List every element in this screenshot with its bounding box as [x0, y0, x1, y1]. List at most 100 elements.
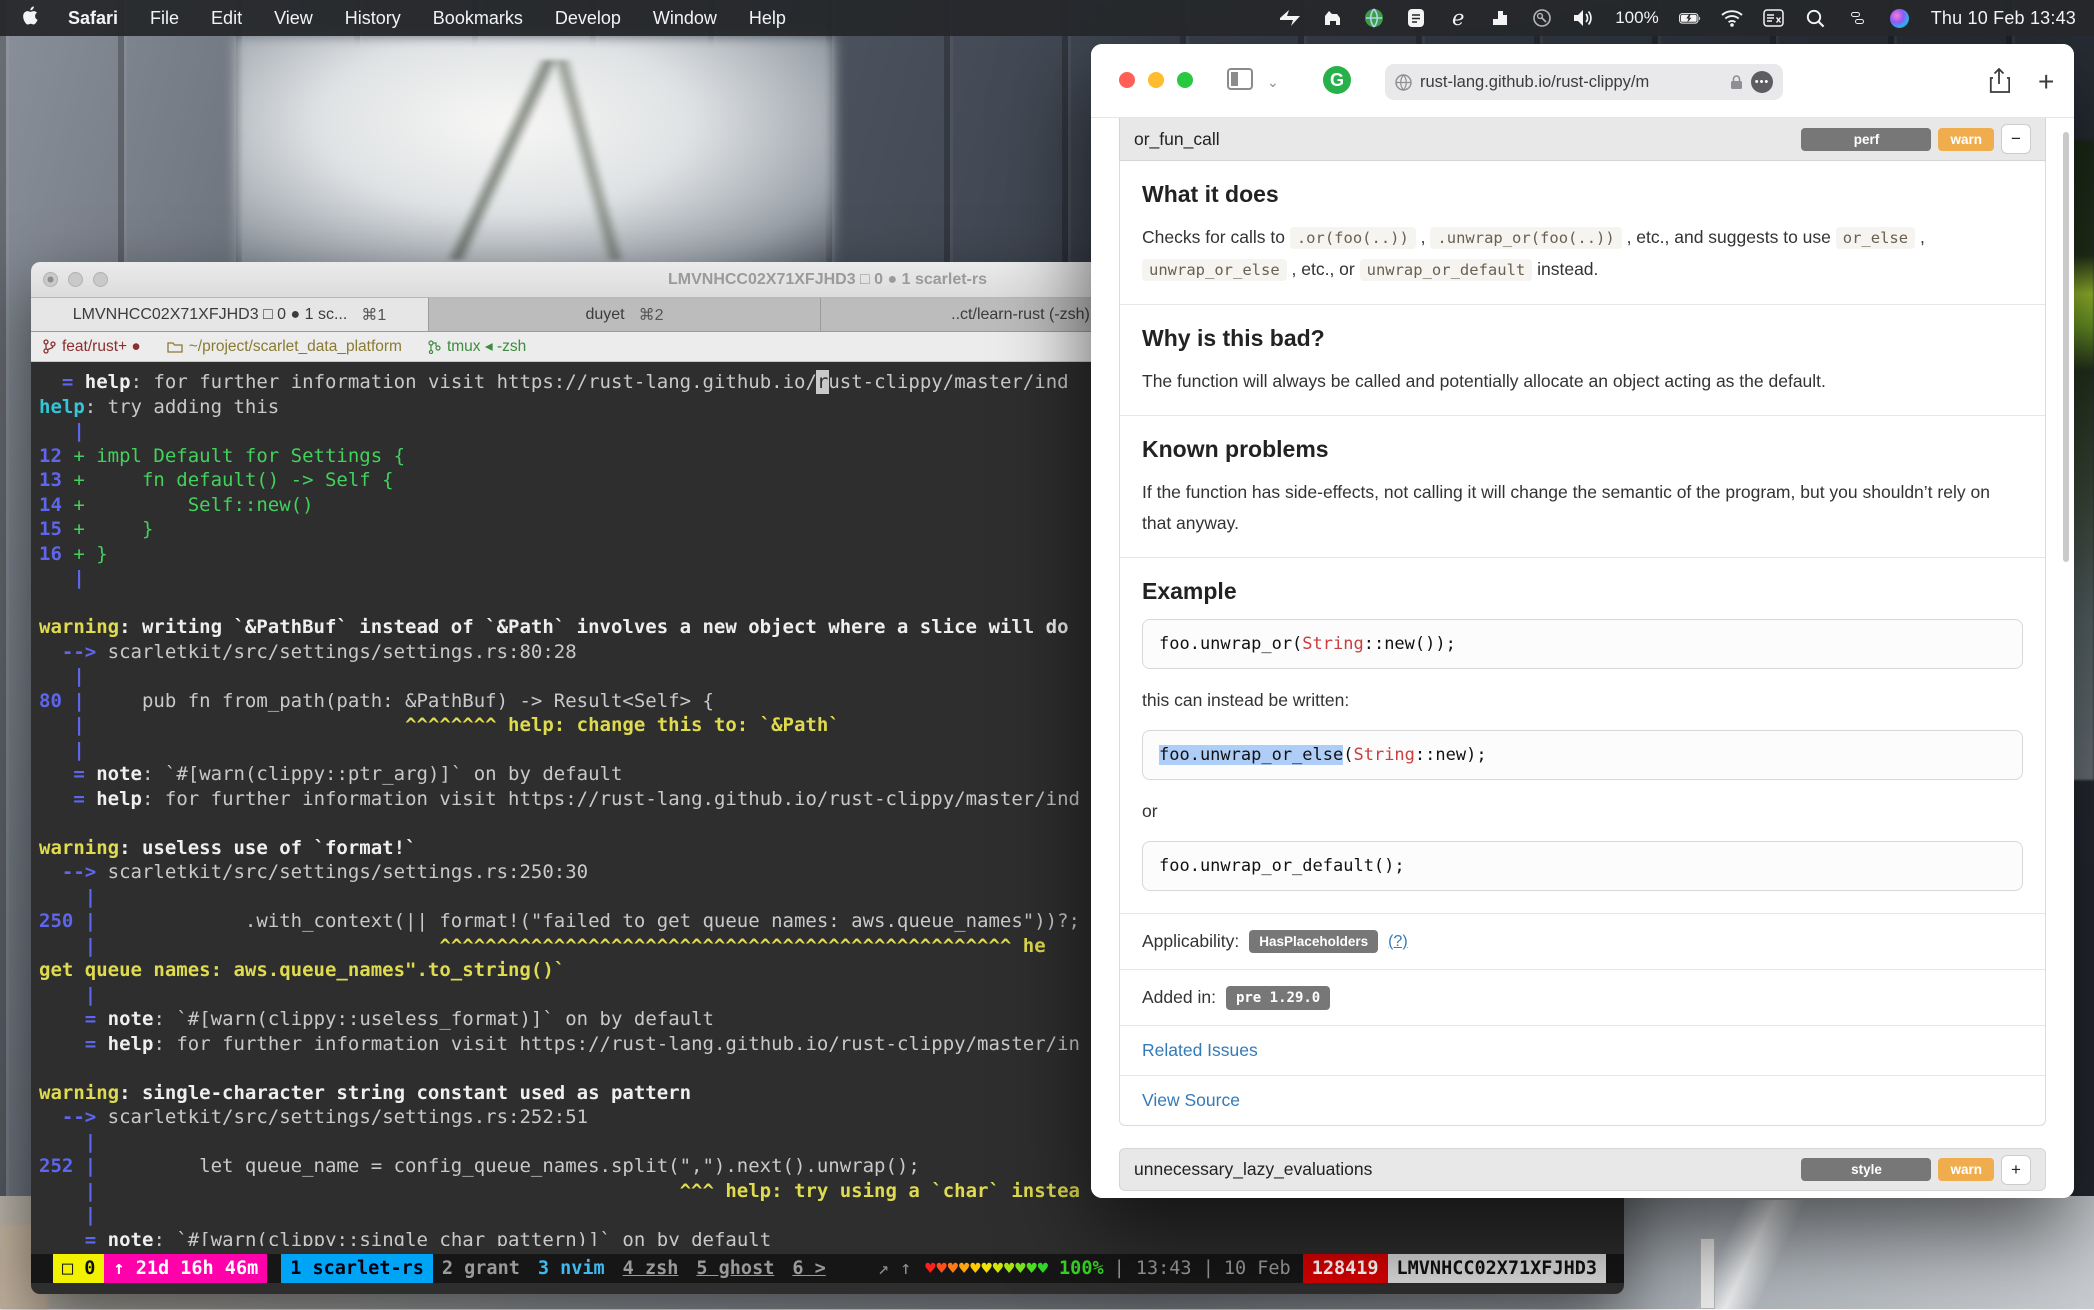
tab-shortcut: ⌘2	[639, 305, 664, 325]
menu-item-bookmarks[interactable]: Bookmarks	[417, 8, 539, 29]
safari-close-button[interactable]	[1119, 72, 1135, 88]
section-heading: What it does	[1142, 181, 2023, 208]
plant-branches	[300, 60, 800, 260]
tmux-window[interactable]: □ 0	[53, 1254, 104, 1283]
battery-icon[interactable]	[1679, 7, 1701, 29]
siri-icon[interactable]	[1889, 7, 1911, 29]
terminal-tab-1[interactable]: LMVNHCC02X71XFJHD3 □ 0 ● 1 sc... ⌘1	[31, 298, 429, 331]
terminal-tab-2[interactable]: duyet ⌘2	[429, 298, 821, 331]
collapse-button[interactable]: −	[2001, 124, 2031, 154]
wifi-icon[interactable]	[1721, 7, 1743, 29]
lint-level-badge: warn	[1938, 1158, 1994, 1181]
menu-item-help[interactable]: Help	[733, 8, 802, 29]
tmux-window[interactable]: 1 scarlet-rs	[281, 1254, 433, 1283]
menu-item-window[interactable]: Window	[637, 8, 733, 29]
menu-bar-status-tray: e 100% Thu 10 Feb 13:43	[1279, 7, 2094, 29]
apple-menu-icon[interactable]	[22, 6, 38, 30]
notes-app-icon[interactable]	[1405, 7, 1427, 29]
menu-bar-clock[interactable]: Thu 10 Feb 13:43	[1931, 8, 2076, 29]
applicability-row: Applicability: HasPlaceholders (?)	[1120, 914, 2045, 970]
tmux-window[interactable]: 2 grant	[433, 1254, 529, 1283]
related-issues-link[interactable]: Related Issues	[1142, 1040, 1258, 1060]
send-icon[interactable]	[1279, 7, 1301, 29]
expand-button[interactable]: +	[2001, 1155, 2031, 1185]
tmux-counter-badge: 128419	[1303, 1254, 1388, 1283]
row-label: Added in:	[1142, 982, 1216, 1013]
tab-label: duyet	[585, 306, 624, 324]
safari-minimize-button[interactable]	[1148, 72, 1164, 88]
related-issues-row: Related Issues	[1120, 1026, 2045, 1076]
lint-detail-panel: What it does Checks for calls to .or(foo…	[1119, 161, 2046, 1126]
spotlight-icon[interactable]	[1805, 7, 1827, 29]
tmux-battery-percent: 100%	[1059, 1258, 1104, 1279]
git-branch-icon	[43, 339, 56, 354]
screen-lock-icon[interactable]	[1531, 7, 1553, 29]
menu-item-safari[interactable]: Safari	[52, 8, 134, 29]
lint-header-unnecessary-lazy-evaluations[interactable]: unnecessary_lazy_evaluations style warn …	[1119, 1148, 2046, 1191]
menu-item-history[interactable]: History	[329, 8, 417, 29]
app-menu-items: SafariFileEditViewHistoryBookmarksDevelo…	[52, 8, 802, 29]
section-heading: Why is this bad?	[1142, 325, 2023, 352]
globe-icon	[1395, 74, 1412, 91]
grammarly-extension-icon[interactable]: G	[1323, 66, 1351, 94]
code-block[interactable]: foo.unwrap_or_else(String::new);	[1142, 730, 2023, 780]
applicability-badge: HasPlaceholders	[1249, 930, 1378, 953]
version-badge: pre 1.29.0	[1226, 986, 1330, 1010]
url-text: rust-lang.github.io/rust-clippy/m	[1420, 73, 1722, 92]
tab-label: LMVNHCC02X71XFJHD3 □ 0 ● 1 sc...	[73, 306, 348, 324]
sidebar-toggle-icon[interactable]	[1227, 68, 1253, 90]
battery-percentage: 100%	[1615, 8, 1658, 28]
menu-item-edit[interactable]: Edit	[195, 8, 258, 29]
tmux-window[interactable]: ↑ 21d 16h 46m	[104, 1254, 267, 1283]
battery-hearts: ♥♥♥♥♥♥♥♥♥♥♥	[925, 1258, 1049, 1279]
section-text: Checks for calls to .or(foo(..)) , .unwr…	[1142, 222, 2023, 286]
view-source-link[interactable]: View Source	[1142, 1090, 1240, 1110]
safari-toolbar: ⌄ G rust-lang.github.io/rust-clippy/m ••…	[1091, 44, 2074, 118]
code-block[interactable]: foo.unwrap_or_default();	[1142, 841, 2023, 891]
process-tree-icon	[428, 340, 441, 354]
row-label: Applicability:	[1142, 926, 1239, 957]
safari-window[interactable]: ⌄ G rust-lang.github.io/rust-clippy/m ••…	[1091, 44, 2074, 1198]
section-heading: Known problems	[1142, 436, 2023, 463]
tmux-window-list[interactable]: □ 0↑ 21d 16h 46m 1 scarlet-rs2 grant3 nvi…	[53, 1254, 835, 1283]
menu-item-view[interactable]: View	[258, 8, 329, 29]
dock-upload-icon[interactable]	[1489, 7, 1511, 29]
safari-zoom-button[interactable]	[1177, 72, 1193, 88]
macos-menu-bar: SafariFileEditViewHistoryBookmarksDevelo…	[0, 0, 2094, 36]
section-text: this can instead be written:	[1142, 685, 2023, 716]
view-source-row: View Source	[1120, 1076, 2045, 1125]
new-tab-icon[interactable]: +	[2038, 66, 2054, 98]
code-block[interactable]: foo.unwrap_or(String::new());	[1142, 619, 2023, 669]
tmux-status-right: ↗ ↑ ♥♥♥♥♥♥♥♥♥♥♥ 100% | 13:43 | 10 Feb 12…	[878, 1254, 1606, 1283]
tmux-date: 10 Feb	[1224, 1258, 1291, 1279]
lint-name: unnecessary_lazy_evaluations	[1134, 1159, 1372, 1180]
lint-header-or-fun-call[interactable]: or_fun_call perf warn −	[1119, 118, 2046, 161]
section-known-problems: Known problems If the function has side-…	[1120, 416, 2045, 558]
tmux-window[interactable]: 3 nvim	[529, 1254, 614, 1283]
menu-item-develop[interactable]: Develop	[539, 8, 637, 29]
added-in-row: Added in: pre 1.29.0	[1120, 970, 2045, 1026]
chevron-down-icon[interactable]: ⌄	[1267, 74, 1279, 91]
script-e-icon[interactable]: e	[1447, 7, 1469, 29]
applicability-help-link[interactable]: (?)	[1388, 933, 1408, 951]
tmux-window[interactable]: 4 zsh	[614, 1254, 688, 1283]
section-text: If the function has side-effects, not ca…	[1142, 477, 2023, 539]
address-bar[interactable]: rust-lang.github.io/rust-clippy/m •••	[1385, 64, 1783, 100]
control-center-icon[interactable]	[1847, 7, 1869, 29]
menu-item-file[interactable]: File	[134, 8, 195, 29]
vpn-globe-icon[interactable]	[1363, 7, 1385, 29]
reader-options-icon[interactable]: •••	[1751, 71, 1773, 93]
share-icon[interactable]	[1988, 68, 2010, 99]
tmux-window[interactable]: 6 >	[783, 1254, 834, 1283]
lint-name: or_fun_call	[1134, 129, 1220, 150]
network-arrows: ↗ ↑	[878, 1258, 911, 1279]
fox-app-icon[interactable]	[1321, 7, 1343, 29]
working-directory: ~/project/scarlet_data_platform	[167, 338, 402, 356]
tmux-window[interactable]: 5 ghost	[687, 1254, 783, 1283]
input-source-icon[interactable]	[1763, 7, 1785, 29]
tmux-hostname: LMVNHCC02X71XFJHD3	[1388, 1254, 1606, 1283]
volume-icon[interactable]	[1573, 7, 1595, 29]
tab-label: ..ct/learn-rust (-zsh)	[951, 306, 1090, 324]
session-status: tmux ◂ -zsh	[428, 337, 526, 356]
page-scrollbar[interactable]	[2063, 132, 2069, 562]
